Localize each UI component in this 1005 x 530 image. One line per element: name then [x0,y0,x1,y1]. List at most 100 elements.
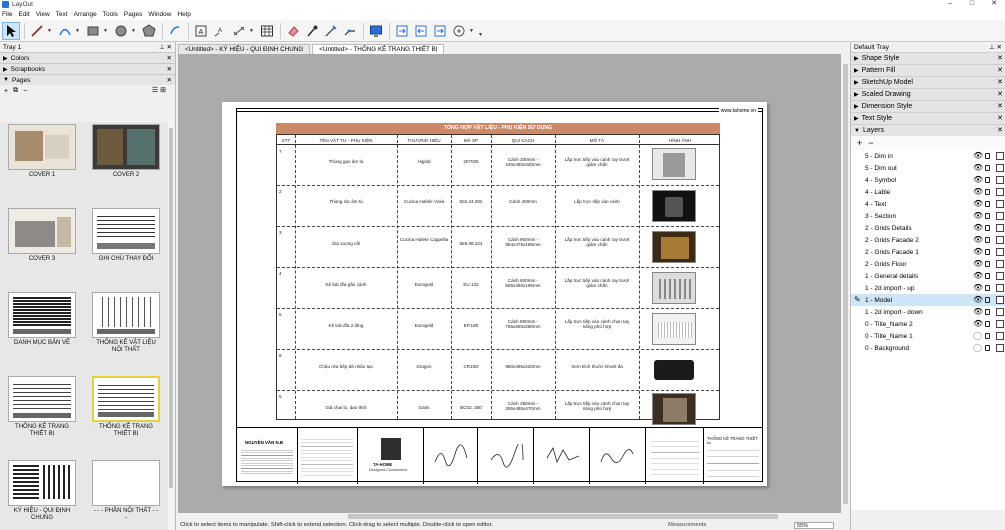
page-thumb-trang-thiet-bi-1[interactable]: THỐNG KÊ TRANG THIẾT BỊ [8,376,76,438]
lock-icon[interactable] [985,225,990,231]
shared-checkbox[interactable] [996,260,1004,268]
panel-pattern-fill[interactable]: ▶ Pattern Fill ✕ [851,64,1005,76]
menu-view[interactable]: View [36,11,50,18]
shared-checkbox[interactable] [996,212,1004,220]
add-page-icon[interactable]: + [4,88,8,95]
shared-checkbox[interactable] [996,188,1004,196]
layer-row[interactable]: 4 - Symbol 👁 [851,174,1005,186]
next-page-button[interactable] [431,22,449,40]
page-thumb-cover-2[interactable]: COVER 2 [92,124,160,179]
lock-icon[interactable] [985,189,990,195]
eye-hidden-icon[interactable]: ◯ [973,331,982,340]
text-tool-button[interactable]: A [192,22,210,40]
close-icon[interactable]: ✕ [983,0,1005,9]
circle-tool-button[interactable] [112,22,130,40]
page-thumb-cover-1[interactable]: COVER 1 [8,124,76,179]
dimension-tool-dropdown-icon[interactable]: ▼ [249,28,255,34]
eye-icon[interactable]: 👁 [973,247,983,256]
polygon-tool-button[interactable] [140,22,158,40]
panel-layers[interactable]: ▼ Layers ✕ [851,124,1005,136]
lock-icon[interactable] [985,249,990,255]
line-tool-button[interactable] [28,22,46,40]
lock-icon[interactable] [985,201,990,207]
shared-checkbox[interactable] [996,200,1004,208]
shared-checkbox[interactable] [996,308,1004,316]
share-dropdown-icon[interactable]: ▼ [469,28,475,34]
menu-edit[interactable]: Edit [18,11,29,18]
dimension-tool-button[interactable] [230,22,248,40]
tray-pin-close-icon[interactable]: ⊥ ✕ [989,43,1002,51]
shared-checkbox[interactable] [996,164,1004,172]
menu-window[interactable]: Window [148,11,171,18]
layer-row[interactable]: 5 - Dim out 👁 [851,162,1005,174]
canvas-horizontal-scrollbar[interactable] [178,513,841,520]
eye-icon[interactable]: 👁 [973,283,983,292]
eye-icon[interactable]: 👁 [973,307,983,316]
page-thumb-ky-hieu[interactable]: KÝ HIỆU - QUI ĐỊNH CHUNG [8,460,76,522]
eraser-tool-button[interactable] [284,22,302,40]
eye-icon[interactable]: 👁 [973,175,983,184]
eye-icon[interactable]: 👁 [973,151,983,160]
offset-tool-button[interactable] [166,22,184,40]
equipment-table[interactable]: STT TÊN VẬT TƯ - PHỤ KIỆN THƯƠNG HIỆU MÃ… [276,134,720,425]
eye-icon[interactable]: 👁 [973,271,983,280]
pages-scrollbar[interactable] [168,122,174,530]
circle-tool-dropdown-icon[interactable]: ▼ [131,28,137,34]
lock-icon[interactable] [985,321,990,327]
menu-arrange[interactable]: Arrange [74,11,97,18]
shared-checkbox[interactable] [996,236,1004,244]
layer-row[interactable]: 1 - General details 👁 [851,270,1005,282]
label-tool-button[interactable]: A [211,22,229,40]
page-thumb-danh-muc[interactable]: DANH MỤC BẢN VẼ [8,292,76,347]
shared-checkbox[interactable] [996,296,1004,304]
lock-icon[interactable] [985,333,990,339]
drawing-canvas[interactable]: www.tahome.vn TỔNG HỢP VẬT LIỆU - PHỤ KI… [178,54,841,520]
layer-row[interactable]: 0 - Title_Name 2 👁 [851,318,1005,330]
panel-close-icon[interactable]: ✕ [997,125,1003,137]
menu-help[interactable]: Help [177,11,190,18]
panel-colors[interactable]: ▶ Colors ✕ [0,52,175,63]
layer-row[interactable]: 0 - Background ◯ [851,342,1005,354]
remove-layer-icon[interactable]: − [868,138,873,148]
lock-icon[interactable] [985,213,990,219]
menu-text[interactable]: Text [56,11,68,18]
minimize-icon[interactable]: – [939,0,961,9]
add-page-button[interactable] [393,22,411,40]
menu-pages[interactable]: Pages [124,11,142,18]
eye-icon[interactable]: 👁 [973,211,983,220]
layer-row-selected[interactable]: ✎ 1 - Model 👁 [851,294,1005,306]
panel-text-style[interactable]: ▶ Text Style ✕ [851,112,1005,124]
canvas-vertical-scrollbar[interactable] [841,54,850,520]
eye-icon[interactable]: 👁 [973,295,983,304]
layer-row[interactable]: 1 - 2d import - up 👁 [851,282,1005,294]
eye-hidden-icon[interactable]: ◯ [973,343,982,352]
eye-icon[interactable]: 👁 [973,163,983,172]
layer-row[interactable]: 2 - Grids Facade 1 👁 [851,246,1005,258]
share-button[interactable] [450,22,468,40]
eye-icon[interactable]: 👁 [973,235,983,244]
layer-row[interactable]: 2 - Grids Details 👁 [851,222,1005,234]
lock-icon[interactable] [985,273,990,279]
menu-tools[interactable]: Tools [103,11,118,18]
eye-icon[interactable]: 👁 [973,199,983,208]
shared-checkbox[interactable] [996,248,1004,256]
view-mode-icons[interactable]: ☰ ⊞ [152,85,166,97]
table-tool-button[interactable] [258,22,276,40]
maximize-icon[interactable]: □ [961,0,983,9]
shared-checkbox[interactable] [996,332,1004,340]
add-layer-icon[interactable]: + [857,138,862,148]
eye-icon[interactable]: 👁 [973,187,983,196]
layer-row[interactable]: 4 - Text 👁 [851,198,1005,210]
page-thumb-cover-3[interactable]: COVER 3 [8,208,76,263]
layer-row[interactable]: 0 - Title_Name 1 ◯ [851,330,1005,342]
paper-sheet[interactable]: www.tahome.vn TỔNG HỢP VẬT LIỆU - PHỤ KI… [222,102,767,486]
eye-icon[interactable]: 👁 [973,319,983,328]
menu-file[interactable]: File [2,11,12,18]
rectangle-tool-button[interactable] [84,22,102,40]
lock-icon[interactable] [985,153,990,159]
select-tool-button[interactable] [2,21,20,40]
zoom-select[interactable]: 55% [794,522,834,529]
join-tool-button[interactable] [341,22,359,40]
previous-page-button[interactable] [412,22,430,40]
lock-icon[interactable] [985,297,990,303]
